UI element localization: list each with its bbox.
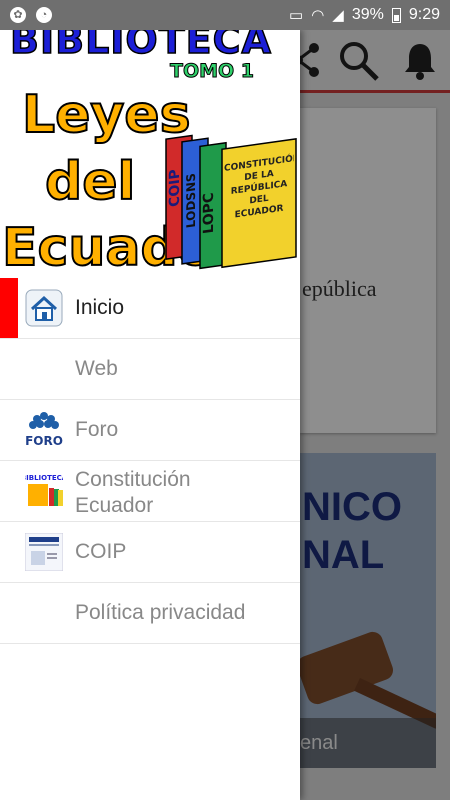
menu-item-constitucion[interactable]: BIBLIOTECA Constitución Ecuador [0, 461, 300, 522]
foro-icon: FORO [25, 412, 63, 448]
books-image: COIP LODSNS LOPC CONSTITUCIÓN DE LA REPÚ… [165, 134, 297, 270]
home-icon [25, 289, 63, 327]
menu-item-politica-privacidad[interactable]: Política privacidad [0, 583, 300, 644]
drawer-header: BIBLIOTECA TOMO 1 Leyes del Ecuador COIP… [0, 30, 300, 278]
menu-item-foro[interactable]: FORO Foro [0, 400, 300, 461]
menu-item-label: Constitución Ecuador [75, 467, 191, 519]
navigation-drawer: BIBLIOTECA TOMO 1 Leyes del Ecuador COIP… [0, 30, 300, 800]
notification-app-icon: ✿ [10, 7, 26, 23]
battery-icon [391, 7, 401, 23]
svg-text:FORO: FORO [25, 434, 63, 448]
book-label-3: LOPC [201, 192, 217, 235]
status-bar: ✿ ◔ ▭ ◠ ◢ 39% 9:29 [0, 0, 450, 30]
menu-item-label-line1: Constitución [75, 468, 191, 491]
clock: 9:29 [408, 6, 440, 23]
cast-icon: ▭ [289, 7, 304, 24]
signal-icon: ◢ [332, 7, 344, 24]
header-line-2: del [44, 151, 136, 213]
wifi-icon: ◠ [311, 7, 325, 24]
drawer-menu: Inicio Web FORO Foro BIBLIOTECA Constitu… [0, 278, 300, 644]
book-label-4: CONSTITUCIÓN DE LA REPÚBLICA DEL ECUADOR [224, 153, 294, 221]
menu-item-label: COIP [75, 540, 127, 563]
menu-item-coip[interactable]: COIP [0, 522, 300, 583]
book-label-2: LODSNS [184, 172, 198, 229]
menu-item-web[interactable]: Web [0, 339, 300, 400]
coip-icon [25, 533, 63, 571]
constitucion-icon: BIBLIOTECA [25, 472, 63, 510]
menu-item-label-line2: Ecuador [75, 494, 154, 517]
menu-item-inicio[interactable]: Inicio [0, 278, 300, 339]
menu-item-label: Foro [75, 418, 119, 441]
selected-indicator [0, 278, 18, 338]
book-label-1: COIP [167, 168, 183, 208]
header-title: BIBLIOTECA [9, 30, 272, 63]
svg-text:BIBLIOTECA: BIBLIOTECA [25, 474, 63, 482]
menu-item-label: Inicio [75, 296, 125, 319]
notification-app-icon-2: ◔ [36, 7, 52, 23]
header-subtitle: TOMO 1 [169, 60, 255, 83]
battery-percent: 39% [351, 6, 384, 23]
menu-item-label: Política privacidad [75, 601, 246, 624]
menu-item-label: Web [75, 357, 118, 380]
